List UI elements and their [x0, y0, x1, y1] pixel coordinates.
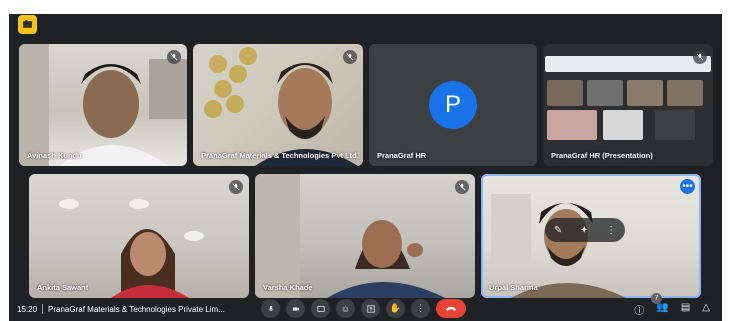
tile-hover-controls: ✎ ✦ ⋮	[545, 218, 625, 242]
participant-video	[19, 44, 187, 166]
mic-muted-icon	[229, 180, 243, 194]
participant-name: Varsha Khade	[263, 283, 313, 292]
presentation-thumb	[587, 80, 623, 106]
tile-menu-icon[interactable]: ⋮	[606, 225, 616, 236]
recording-badge	[18, 15, 37, 34]
meeting-title: PranaGraf Materials & Technologies Priva…	[48, 304, 225, 314]
right-controls: ⓘ 👥 ▤ △	[634, 302, 710, 317]
presentation-thumb	[547, 80, 583, 106]
avatar: P	[429, 81, 477, 129]
activities-icon[interactable]: △	[702, 302, 710, 317]
presentation-thumb	[627, 80, 663, 106]
presentation-thumb	[655, 110, 695, 140]
presentation-thumb	[667, 80, 703, 106]
presentation-thumb	[603, 110, 643, 140]
more-options-icon[interactable]: •••	[680, 179, 695, 194]
participant-name: PranaGraf HR	[377, 151, 427, 160]
people-icon[interactable]: 👥	[656, 302, 668, 317]
participant-name: PranaGraf Materials & Technologies Pvt L…	[201, 151, 359, 160]
camera-icon[interactable]	[286, 299, 305, 318]
chat-icon[interactable]: ▤	[681, 302, 690, 317]
participant-video	[204, 47, 358, 166]
presentation-thumb	[547, 110, 597, 140]
participant-tile-ankita[interactable]: Ankita Sawant	[29, 174, 249, 298]
divider	[42, 304, 44, 314]
mic-icon[interactable]	[261, 299, 280, 318]
participant-video	[255, 174, 445, 298]
participant-name: PranaGraf HR (Presentation)	[551, 151, 653, 160]
mic-muted-icon	[343, 50, 357, 64]
mic-muted-icon	[455, 180, 469, 194]
participant-tile-varsha[interactable]: Varsha Khade	[255, 174, 475, 298]
participant-video	[59, 199, 204, 298]
raise-hand-icon[interactable]: ✋	[386, 299, 405, 318]
effects-icon[interactable]: ✦	[580, 225, 588, 236]
call-controls: ☺ ✋ ⋮	[261, 299, 466, 318]
participant-name: Ankita Sawant	[37, 283, 89, 292]
info-icon[interactable]: ⓘ	[634, 302, 644, 317]
participant-tile-urpal[interactable]: ••• ✎ ✦ ⋮ Urpal Sharma	[481, 174, 701, 298]
hangup-icon[interactable]	[436, 299, 466, 318]
present-icon[interactable]	[361, 299, 380, 318]
participant-tile-pranagraf-hr[interactable]: P PranaGraf HR	[369, 44, 537, 166]
mic-muted-icon	[167, 50, 181, 64]
meeting-time: 15:20	[17, 304, 38, 314]
meeting-stage: Avinash Kundu PranaGraf Materials & Tech…	[9, 14, 722, 321]
captions-icon[interactable]	[311, 299, 330, 318]
participant-tile-pranagraf-pvt[interactable]: PranaGraf Materials & Technologies Pvt L…	[193, 44, 363, 166]
participant-name: Urpal Sharma	[489, 283, 538, 292]
presentation-browser-bar	[545, 56, 711, 72]
emoji-icon[interactable]: ☺	[336, 299, 355, 318]
participant-tile-avinash[interactable]: Avinash Kundu	[19, 44, 187, 166]
presentation-tile[interactable]: PranaGraf HR (Presentation)	[543, 44, 713, 166]
more-options-icon[interactable]: ⋮	[411, 299, 430, 318]
mic-muted-icon	[693, 50, 707, 64]
pin-icon[interactable]: ✎	[554, 225, 562, 236]
participant-name: Avinash Kundu	[27, 151, 82, 160]
